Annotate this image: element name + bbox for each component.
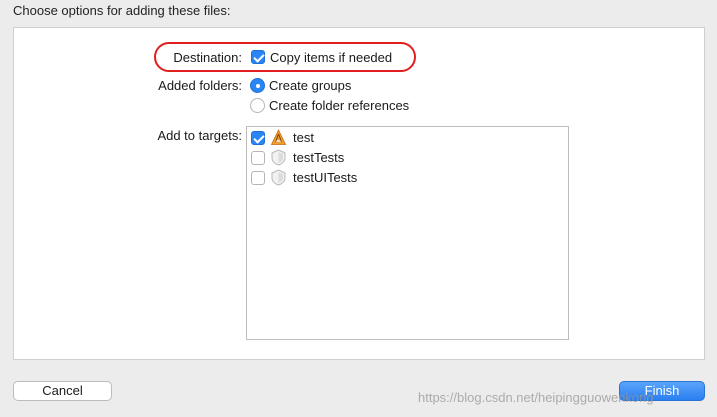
target-row-testuitests[interactable]: testUITests	[247, 168, 568, 188]
targets-list[interactable]: test testTests testUITests	[246, 126, 569, 340]
create-groups-label[interactable]: Create groups	[269, 78, 351, 93]
destination-label: Destination:	[173, 50, 242, 65]
target-label-testtests: testTests	[293, 150, 345, 165]
copy-items-label[interactable]: Copy items if needed	[270, 50, 392, 65]
target-label-testuitests: testUITests	[293, 170, 358, 185]
target-checkbox-test[interactable]	[251, 131, 265, 145]
copy-items-checkbox[interactable]	[251, 50, 265, 64]
create-folder-references-radio[interactable]	[250, 98, 265, 113]
target-checkbox-testtests[interactable]	[251, 151, 265, 165]
dialog-header: Choose options for adding these files:	[13, 3, 231, 18]
target-checkbox-testuitests[interactable]	[251, 171, 265, 185]
target-label-test: test	[293, 130, 314, 145]
create-groups-radio[interactable]	[250, 78, 265, 93]
create-folder-references-label[interactable]: Create folder references	[269, 98, 409, 113]
cancel-button[interactable]: Cancel	[13, 381, 112, 401]
test-bundle-icon	[271, 149, 286, 166]
test-bundle-icon	[271, 169, 286, 186]
target-row-test[interactable]: test	[247, 128, 568, 148]
added-folders-label: Added folders:	[158, 78, 242, 93]
watermark-text: https://blog.csdn.net/heipingguowenkong	[418, 390, 654, 405]
app-icon	[270, 129, 287, 145]
target-row-testtests[interactable]: testTests	[247, 148, 568, 168]
add-to-targets-label: Add to targets:	[157, 128, 242, 143]
